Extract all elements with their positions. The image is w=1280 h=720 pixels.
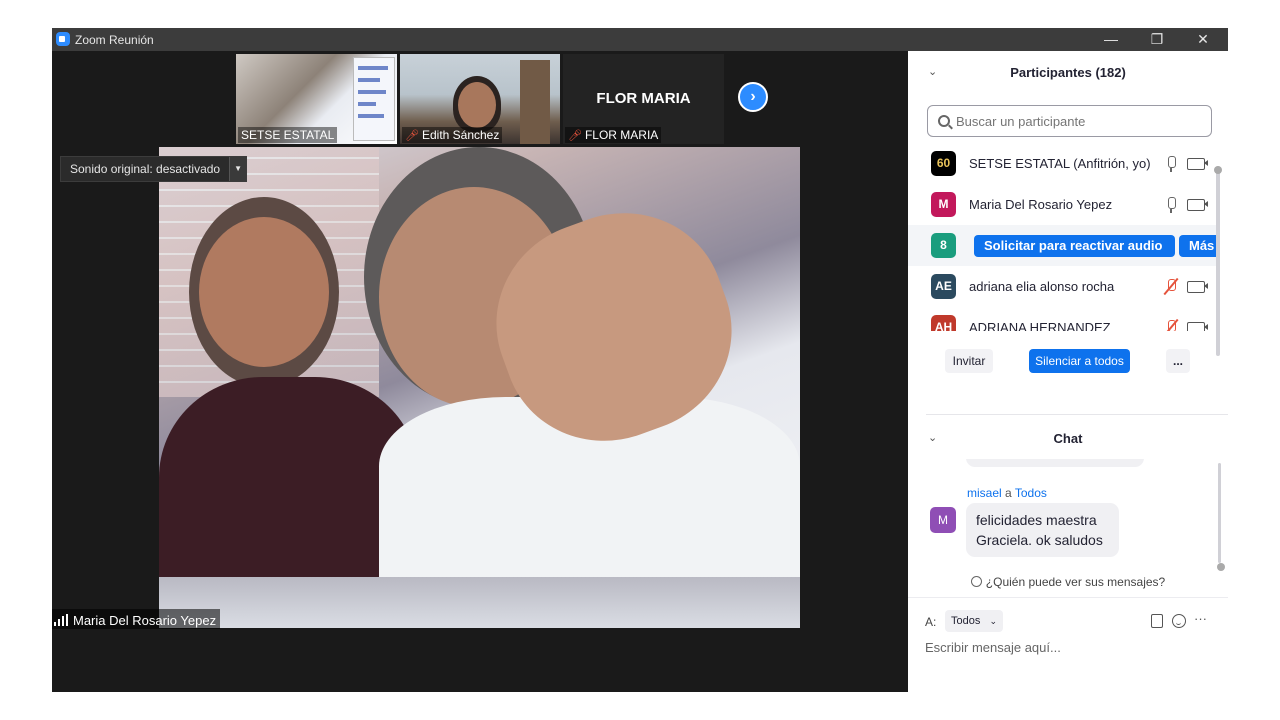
search-input[interactable]	[956, 113, 1196, 129]
more-actions-button[interactable]: Más	[1179, 234, 1216, 257]
mute-all-button[interactable]: Silenciar a todos	[1029, 349, 1130, 373]
mic-muted-icon: 🎤︎	[405, 130, 419, 142]
side-panel: ⌄ Participantes (182) 60 SETSE ESTATAL (…	[908, 51, 1228, 692]
video-camera-icon[interactable]	[1187, 198, 1208, 211]
thumbnail-name: Edith Sánchez	[421, 128, 500, 142]
microphone-icon[interactable]	[1165, 196, 1177, 214]
participant-row[interactable]: M Maria Del Rosario Yepez	[908, 184, 1216, 225]
request-unmute-button[interactable]: Solicitar para reactivar audio	[974, 234, 1175, 257]
thumbnail-name: FLOR MARIA	[584, 128, 659, 142]
search-icon	[938, 115, 950, 127]
collapse-chevron-icon[interactable]: ⌄	[928, 65, 937, 78]
thumbnail-name: SETSE ESTATAL	[238, 127, 338, 143]
chat-messages: misael a Todos M felicidades maestra Gra…	[908, 459, 1216, 571]
participant-search[interactable]	[927, 105, 1212, 137]
avatar: M	[930, 507, 956, 533]
participant-list: 60 SETSE ESTATAL (Anfitrión, yo) M Maria…	[908, 143, 1216, 331]
video-camera-icon[interactable]	[1187, 321, 1208, 331]
participant-row[interactable]: 8 Solicitar para reactivar audio Más	[908, 225, 1216, 266]
participant-name: SETSE ESTATAL (Anfitrión, yo)	[969, 156, 1151, 171]
panel-divider	[926, 414, 1228, 415]
avatar: 60	[931, 151, 956, 176]
mic-muted-icon: 🎤︎	[568, 130, 582, 142]
speaker-name: Maria Del Rosario Yepez	[73, 612, 217, 628]
chevron-down-icon: ⌄	[989, 616, 997, 626]
message-header: misael a Todos	[967, 486, 1047, 500]
microphone-muted-icon[interactable]	[1165, 278, 1177, 296]
participant-name: Maria Del Rosario Yepez	[969, 197, 1113, 212]
chevron-right-icon: ›	[750, 88, 756, 105]
thumbnail-video[interactable]: 🎤︎ Edith Sánchez	[400, 54, 560, 144]
video-camera-icon[interactable]	[1187, 280, 1208, 293]
close-button[interactable]: ✕	[1180, 28, 1226, 51]
participants-header: ⌄ Participantes (182)	[908, 65, 1228, 95]
avatar: M	[931, 192, 956, 217]
scroll-down-handle[interactable]	[1217, 563, 1225, 571]
participant-name: ADRIANA HERNANDEZ	[969, 320, 1111, 331]
avatar: AH	[931, 315, 956, 331]
video-area: SETSE ESTATAL 🎤︎ Edith Sánchez FLOR MARIA…	[52, 51, 908, 692]
participant-scrollbar[interactable]	[1216, 166, 1220, 356]
thumbnail-video[interactable]: FLOR MARIA 🎤︎ FLOR MARIA	[563, 54, 724, 144]
person-icon	[970, 576, 982, 587]
message-input[interactable]	[925, 636, 1215, 658]
previous-message-bubble	[966, 459, 1144, 467]
title-bar: Zoom Reunión — ❐ ✕	[52, 28, 1228, 51]
message-to-word: a	[1005, 486, 1012, 500]
maximize-button[interactable]: ❐	[1134, 28, 1180, 51]
message-text-line: Graciela. ok saludos	[976, 532, 1103, 548]
participant-row[interactable]: AE adriana elia alonso rocha	[908, 266, 1216, 307]
participants-title: Participantes (182)	[1010, 65, 1126, 80]
thumbnail-strip: SETSE ESTATAL 🎤︎ Edith Sánchez FLOR MARIA…	[236, 54, 724, 144]
thumbnail-display-name: FLOR MARIA	[596, 90, 691, 107]
avatar: 8	[931, 233, 956, 258]
minimize-button[interactable]: —	[1088, 28, 1134, 51]
recipient-value[interactable]: Todos	[951, 615, 980, 627]
recipient-label: A:	[925, 615, 937, 629]
avatar: AE	[931, 274, 956, 299]
participant-name: adriana elia alonso rocha	[969, 279, 1115, 294]
active-speaker-video	[159, 147, 800, 628]
message-sender: misael	[967, 486, 1002, 500]
invite-button[interactable]: Invitar	[945, 349, 993, 373]
participant-row[interactable]: 60 SETSE ESTATAL (Anfitrión, yo)	[908, 143, 1216, 184]
zoom-logo-icon	[56, 32, 70, 46]
window-title: Zoom Reunión	[75, 33, 154, 47]
dropdown-arrow-icon[interactable]: ▼	[229, 157, 247, 181]
collapse-chevron-icon[interactable]: ⌄	[928, 431, 937, 444]
scroll-up-handle[interactable]	[1214, 166, 1222, 174]
chat-scrollbar[interactable]	[1218, 463, 1221, 563]
emoji-icon[interactable]	[1172, 614, 1186, 628]
chat-header: ⌄ Chat	[908, 431, 1228, 461]
microphone-muted-icon[interactable]	[1165, 319, 1177, 331]
thumbnail-video[interactable]: SETSE ESTATAL	[236, 54, 397, 144]
recipient-select[interactable]: Todos ⌄	[945, 610, 1003, 632]
speaker-name-label: Maria Del Rosario Yepez	[52, 609, 221, 629]
more-icon[interactable]: ···	[1194, 612, 1208, 628]
chat-title: Chat	[1053, 431, 1083, 446]
message-text-line: felicidades maestra	[976, 512, 1097, 528]
microphone-icon[interactable]	[1165, 155, 1177, 173]
signal-strength-icon	[54, 614, 68, 626]
shared-screen-preview	[353, 57, 395, 141]
original-sound-control[interactable]: Sonido original: desactivado ▼	[60, 156, 248, 182]
message-recipient: Todos	[1014, 486, 1047, 500]
message-bubble: felicidades maestra Graciela. ok saludos	[966, 503, 1119, 557]
video-camera-icon[interactable]	[1187, 157, 1208, 170]
participant-row[interactable]: AH ADRIANA HERNANDEZ	[908, 307, 1216, 331]
original-sound-label[interactable]: Sonido original: desactivado	[61, 157, 229, 181]
next-page-button[interactable]: ›	[738, 82, 768, 112]
more-options-button[interactable]: ...	[1166, 349, 1190, 373]
compose-divider	[908, 597, 1228, 598]
file-icon[interactable]	[1151, 614, 1163, 628]
zoom-window: Zoom Reunión — ❐ ✕ SETSE ESTATAL 🎤︎ Edith…	[52, 28, 1228, 692]
who-can-see-messages-link[interactable]: ¿Quién puede ver sus mensajes?	[908, 575, 1228, 595]
